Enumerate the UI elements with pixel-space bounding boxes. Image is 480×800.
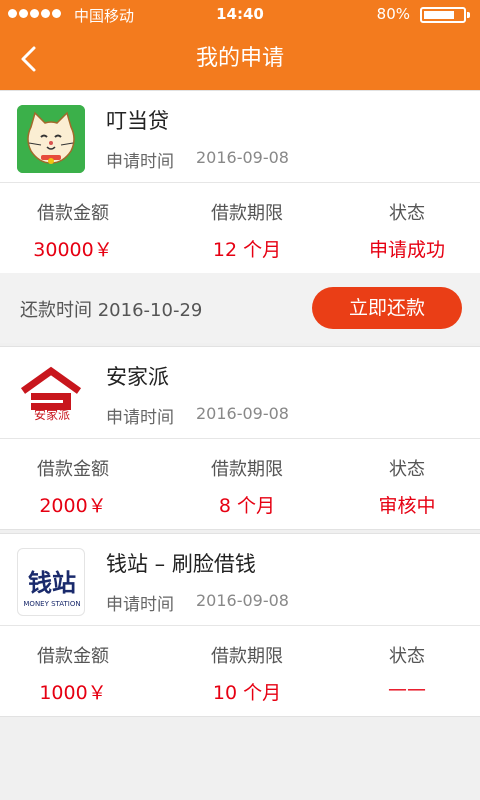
term-label: 借款期限 [211, 203, 283, 224]
page-title: 我的申请 [195, 46, 284, 71]
app-name: 安家派 [106, 365, 169, 389]
repayment-label: 还款时间 [20, 300, 92, 321]
status-bar: 中国移动 14:40 80% [0, 0, 480, 28]
card-header: 叮当贷 申请时间 2016-09-08 [0, 91, 480, 183]
app-name: 钱站 – 刷脸借钱 [106, 552, 256, 576]
repayment-bar: 还款时间 2016-10-29 立即还款 [0, 273, 480, 343]
cat-logo-icon [17, 105, 85, 173]
apply-date: 2016-09-08 [196, 404, 289, 423]
term-stat: 借款期限 10 个月 [174, 626, 320, 716]
amount-value: 2000￥ [39, 495, 107, 517]
term-value: 8 个月 [218, 495, 276, 517]
apply-date: 2016-09-08 [196, 148, 289, 167]
status-label: 状态 [389, 459, 425, 480]
amount-label: 借款金额 [37, 646, 109, 667]
term-value: 12 个月 [212, 239, 282, 261]
status-label: 状态 [389, 203, 425, 224]
apply-time-label: 申请时间 [106, 408, 174, 428]
loan-stats: 借款金额 1000￥ 借款期限 10 个月 状态 —— [0, 626, 480, 716]
application-card[interactable]: 钱站 MONEY STATION 钱站 – 刷脸借钱 申请时间 2016-09-… [0, 533, 480, 717]
apply-date: 2016-09-08 [196, 591, 289, 610]
term-stat: 借款期限 12 个月 [174, 183, 320, 273]
repayment-date: 2016-10-29 [97, 300, 203, 321]
application-card[interactable]: 安家派 申请时间 2016-09-08 借款金额 2000￥ 借款期限 8 个月… [0, 346, 480, 530]
battery-percent: 80% [376, 5, 410, 23]
term-label: 借款期限 [211, 459, 283, 480]
status-stat: 状态 审核中 [334, 439, 480, 529]
apply-time-label: 申请时间 [106, 152, 174, 172]
term-value: 10 个月 [212, 682, 282, 704]
status-value: 申请成功 [368, 239, 445, 261]
amount-value: 1000￥ [39, 682, 107, 704]
term-label: 借款期限 [211, 646, 283, 667]
logo-text: 钱站 [28, 569, 76, 597]
amount-stat: 借款金额 1000￥ [0, 626, 146, 716]
repay-now-button[interactable]: 立即还款 [312, 287, 462, 329]
svg-text:MONEY STATION: MONEY STATION [23, 600, 80, 608]
app-name: 叮当贷 [106, 109, 169, 133]
battery-icon [420, 7, 470, 23]
repayment-info: 还款时间 2016-10-29 [20, 296, 202, 322]
loan-stats: 借款金额 30000￥ 借款期限 12 个月 状态 申请成功 [0, 183, 480, 273]
amount-stat: 借款金额 2000￥ [0, 439, 146, 529]
status-value: —— [388, 678, 426, 700]
card-header: 安家派 申请时间 2016-09-08 [0, 347, 480, 439]
amount-value: 30000￥ [33, 239, 113, 261]
status-label: 状态 [389, 646, 425, 667]
apply-time-label: 申请时间 [106, 595, 174, 615]
amount-label: 借款金额 [37, 459, 109, 480]
status-stat: 状态 —— [334, 626, 480, 716]
logo-subtext: MONEY STATION [23, 600, 80, 608]
amount-label: 借款金额 [37, 203, 109, 224]
svg-text:钱站: 钱站 [28, 569, 76, 597]
amount-stat: 借款金额 30000￥ [0, 183, 146, 273]
anjiapai-logo-text: 安家派 [33, 408, 70, 422]
application-card[interactable]: 叮当贷 申请时间 2016-09-08 借款金额 30000￥ 借款期限 12 … [0, 90, 480, 274]
card-header: 钱站 MONEY STATION 钱站 – 刷脸借钱 申请时间 2016-09-… [0, 534, 480, 626]
status-stat: 状态 申请成功 [334, 183, 480, 273]
loan-stats: 借款金额 2000￥ 借款期限 8 个月 状态 审核中 [0, 439, 480, 529]
header: 中国移动 14:40 80% 我的申请 [0, 0, 480, 90]
money-station-logo-icon: 钱站 MONEY STATION [17, 548, 85, 616]
term-stat: 借款期限 8 个月 [174, 439, 320, 529]
status-value: 审核中 [378, 495, 436, 517]
